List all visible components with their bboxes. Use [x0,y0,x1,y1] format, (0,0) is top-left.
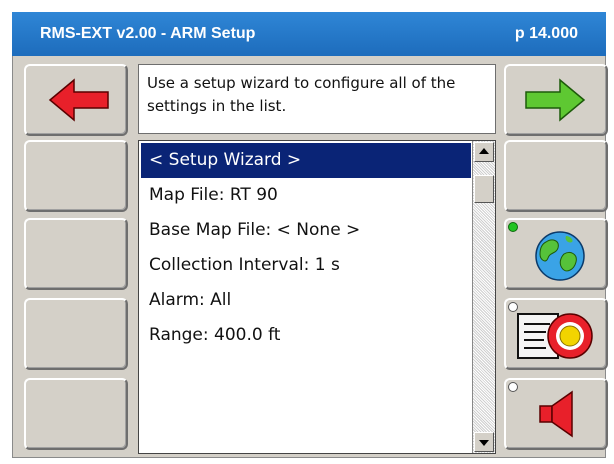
right-button-blank[interactable] [504,140,608,212]
speaker-icon [539,390,573,438]
left-button-1[interactable] [24,140,128,212]
red-left-arrow-icon [48,78,109,122]
list-item-collection-interval[interactable]: Collection Interval: 1 s [141,248,471,283]
list-item-alarm[interactable]: Alarm: All [141,283,471,318]
scroll-thumb[interactable] [474,175,494,203]
window-title: RMS-EXT v2.00 - ARM Setup [40,25,256,42]
scroll-down-button[interactable] [474,432,494,452]
settings-list[interactable]: < Setup Wizard > Map File: RT 90 Base Ma… [138,140,496,454]
speaker-status-indicator [508,382,518,392]
scroll-up-arrow-icon [479,148,489,154]
speaker-button[interactable] [504,378,608,450]
left-button-4[interactable] [24,378,128,450]
left-button-2[interactable] [24,218,128,290]
alarm-status-indicator [508,302,518,312]
list-item-map-file[interactable]: Map File: RT 90 [141,178,471,213]
target-document-icon [517,313,593,359]
list-item-range[interactable]: Range: 400.0 ft [141,318,471,353]
green-right-arrow-icon [525,78,586,122]
title-bar: RMS-EXT v2.00 - ARM Setup p 14.000 [12,12,606,56]
forward-button[interactable] [504,64,608,136]
list-item-setup-wizard[interactable]: < Setup Wizard > [141,143,471,178]
back-button[interactable] [24,64,128,136]
scroll-down-arrow-icon [479,440,489,446]
left-button-3[interactable] [24,298,128,370]
map-button[interactable] [504,218,608,290]
page-number: p 14.000 [514,25,578,42]
globe-icon [535,231,585,281]
scroll-up-button[interactable] [474,142,494,162]
list-scrollbar[interactable] [472,141,495,453]
list-item-base-map-file[interactable]: Base Map File: < None > [141,213,471,248]
map-status-indicator [508,222,518,232]
description-box: Use a setup wizard to configure all of t… [138,64,496,134]
alarm-target-button[interactable] [504,298,608,370]
